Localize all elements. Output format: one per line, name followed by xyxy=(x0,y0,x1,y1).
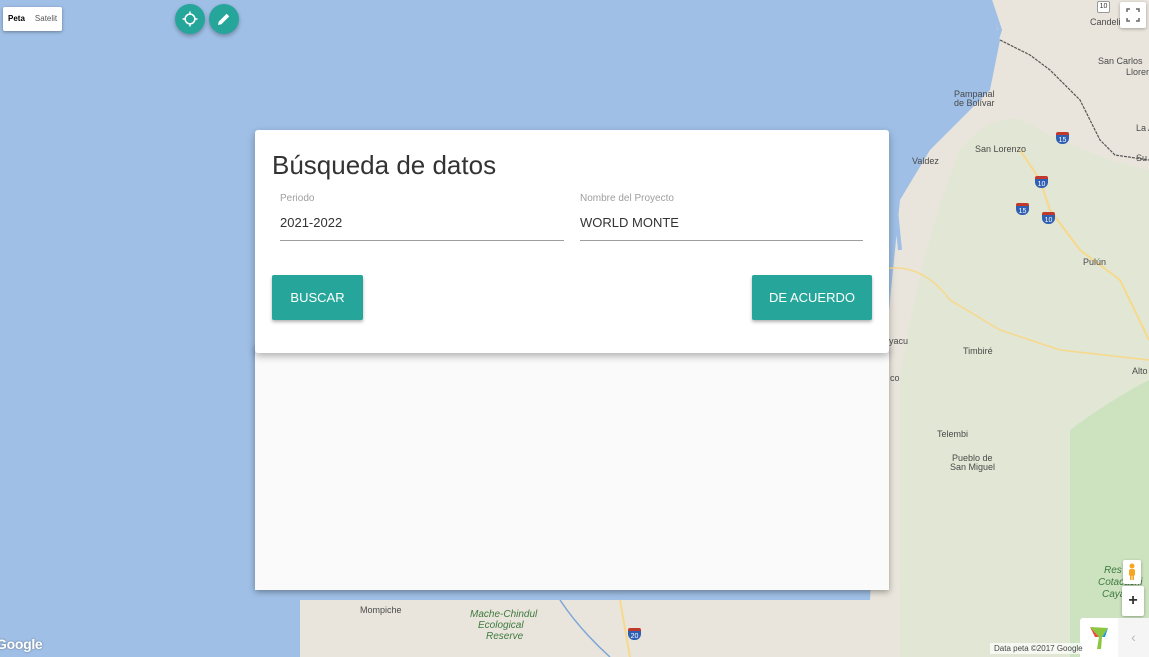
zoom-in-button[interactable]: + xyxy=(1122,586,1144,616)
yii-logo-icon xyxy=(1090,626,1108,649)
periodo-input[interactable] xyxy=(280,215,564,230)
map-label-su: Su xyxy=(1136,153,1148,163)
map-label-la: La A xyxy=(1136,123,1149,133)
road-shield-15: 15 xyxy=(1056,132,1069,144)
map-label-mache-3: Reserve xyxy=(486,631,524,642)
periodo-field: Periodo xyxy=(280,193,564,241)
road-shield-15-b: 15 xyxy=(1016,203,1029,215)
map-label-de-bolivar: de Bolívar xyxy=(954,98,995,108)
map-label-alto: Alto xyxy=(1132,366,1148,376)
results-panel xyxy=(255,345,889,590)
map-label-valdez: Valdez xyxy=(912,156,939,166)
periodo-label: Periodo xyxy=(280,193,315,204)
map-label-san-miguel: San Miguel xyxy=(950,462,996,472)
map-label-mompiche: Mompiche xyxy=(360,605,402,615)
street-view-pegman[interactable] xyxy=(1123,560,1141,584)
map-label-san-carlos: San Carlos xyxy=(1098,56,1143,66)
locate-button[interactable] xyxy=(175,4,205,34)
search-dialog: Búsqueda de datos Periodo Nombre del Pro… xyxy=(255,130,889,353)
map-type-control: Peta Satelit xyxy=(3,7,63,31)
dialog-title: Búsqueda de datos xyxy=(272,150,497,180)
map-label-pulun: Pulún xyxy=(1083,257,1107,267)
map-label-yacu: yacu xyxy=(889,336,909,346)
map-type-satellite-button[interactable]: Satelit xyxy=(30,7,62,31)
pegman-icon xyxy=(1129,563,1135,580)
road-shield-10-top: 10 xyxy=(1097,1,1110,13)
map-label-lloren: Lloren xyxy=(1126,67,1149,77)
collapse-toolbar-button[interactable]: ‹ xyxy=(1118,618,1149,657)
map-label-co: co xyxy=(890,373,900,383)
fullscreen-button[interactable] xyxy=(1120,2,1146,28)
map-label-timbire: Timbiré xyxy=(963,346,993,356)
map-attribution[interactable]: Data peta ©2017 Google xyxy=(990,643,1087,654)
pencil-icon xyxy=(218,13,230,25)
map-label-mache-2: Ecological xyxy=(478,620,524,631)
google-logo[interactable]: Google xyxy=(0,636,43,652)
edit-button[interactable] xyxy=(209,4,239,34)
de-acuerdo-button[interactable]: DE ACUERDO xyxy=(752,275,872,320)
proyecto-input[interactable] xyxy=(580,215,863,230)
road-shield-10-b: 10 xyxy=(1042,212,1055,224)
buscar-button[interactable]: BUSCAR xyxy=(272,275,363,320)
fullscreen-icon xyxy=(1126,8,1140,22)
road-shield-10-a: 10 xyxy=(1035,176,1048,188)
proyecto-field: Nombre del Proyecto xyxy=(580,193,863,241)
road-shield-20: 20 xyxy=(628,628,641,640)
proyecto-label: Nombre del Proyecto xyxy=(580,193,674,204)
crosshair-icon xyxy=(182,11,198,27)
map-label-res-1: Res xyxy=(1104,565,1122,576)
map-type-map-button[interactable]: Peta xyxy=(3,7,30,31)
map-label-san-lorenzo: San Lorenzo xyxy=(975,144,1027,154)
map-label-mache-1: Mache-Chindul xyxy=(470,609,538,620)
map-label-telembi: Telembi xyxy=(937,429,969,439)
